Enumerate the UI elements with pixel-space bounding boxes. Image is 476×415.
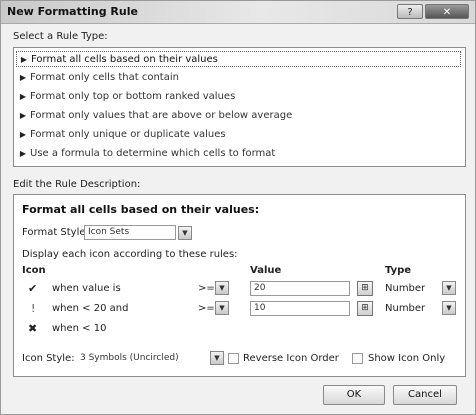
- arrow-right-icon: ▶: [20, 55, 28, 64]
- cell-reference-icon[interactable]: ⊞: [357, 281, 373, 296]
- arrow-right-icon: ▶: [19, 111, 27, 120]
- rule-description-panel: Format all cells based on their values: …: [13, 194, 466, 377]
- row2-operator: >=: [198, 303, 215, 314]
- format-style-value: Icon Sets: [88, 227, 130, 237]
- type-column-header: Type: [385, 265, 412, 276]
- rule-type-item-top-bottom[interactable]: ▶ Format only top or bottom ranked values: [16, 89, 461, 105]
- reverse-icon-order-checkbox[interactable]: [228, 353, 239, 364]
- format-style-select[interactable]: Icon Sets: [84, 225, 176, 240]
- rule-heading: Format all cells based on their values:: [22, 203, 260, 216]
- cancel-button[interactable]: Cancel: [393, 385, 457, 405]
- rule-type-item-unique-duplicate[interactable]: ▶ Format only unique or duplicate values: [16, 127, 461, 143]
- rule-type-item-all-cells[interactable]: ▶ Format all cells based on their values: [16, 51, 461, 67]
- row1-value-input[interactable]: 20: [250, 281, 350, 296]
- chevron-down-icon[interactable]: ▼: [215, 301, 229, 315]
- reverse-icon-order-label: Reverse Icon Order: [243, 353, 339, 364]
- show-icon-only-label: Show Icon Only: [368, 353, 446, 364]
- cell-reference-icon[interactable]: ⊞: [357, 301, 373, 316]
- exclamation-icon[interactable]: !: [31, 302, 35, 315]
- rule-type-item-formula[interactable]: ▶ Use a formula to determine which cells …: [16, 146, 461, 162]
- icon-style-value: 3 Symbols (Uncircled): [80, 353, 179, 363]
- row2-type: Number: [385, 303, 426, 314]
- row2-value-input[interactable]: 10: [250, 301, 350, 316]
- help-button[interactable]: ?: [397, 4, 423, 19]
- arrow-right-icon: ▶: [19, 130, 27, 139]
- arrow-right-icon: ▶: [19, 149, 27, 158]
- chevron-down-icon[interactable]: ▼: [442, 281, 456, 295]
- close-button[interactable]: ✕: [425, 4, 469, 19]
- chevron-down-icon[interactable]: ▼: [178, 226, 192, 240]
- row3-condition: when < 10: [52, 323, 107, 334]
- icon-style-select[interactable]: 3 Symbols (Uncircled): [76, 351, 208, 366]
- rule-type-list[interactable]: ▶ Format all cells based on their values …: [13, 47, 466, 167]
- rule-type-item-above-below-average[interactable]: ▶ Format only values that are above or be…: [16, 108, 461, 124]
- select-rule-type-label: Select a Rule Type:: [13, 31, 108, 42]
- chevron-down-icon[interactable]: ▼: [442, 301, 456, 315]
- row2-condition: when < 20 and: [52, 303, 129, 314]
- show-icon-only-checkbox[interactable]: [352, 353, 363, 364]
- new-formatting-rule-dialog: New Formatting Rule ? ✕ Select a Rule Ty…: [0, 0, 476, 415]
- dialog-title: New Formatting Rule: [7, 5, 138, 18]
- arrow-right-icon: ▶: [19, 92, 27, 101]
- chevron-down-icon[interactable]: ▼: [210, 351, 224, 365]
- arrow-right-icon: ▶: [19, 73, 27, 82]
- icon-style-label: Icon Style:: [22, 353, 75, 364]
- display-rules-text: Display each icon according to these rul…: [22, 249, 238, 260]
- edit-rule-description-label: Edit the Rule Description:: [13, 179, 141, 190]
- row1-operator: >=: [198, 283, 215, 294]
- row1-type: Number: [385, 283, 426, 294]
- ok-button[interactable]: OK: [323, 385, 385, 405]
- format-style-label: Format Style:: [22, 227, 89, 238]
- x-mark-icon[interactable]: ✖: [28, 322, 37, 335]
- icon-column-header: Icon: [22, 265, 46, 276]
- row1-condition: when value is: [52, 283, 121, 294]
- rule-type-item-cells-contain[interactable]: ▶ Format only cells that contain: [16, 70, 461, 86]
- title-bar[interactable]: New Formatting Rule ? ✕: [1, 1, 475, 24]
- check-mark-icon[interactable]: ✔: [28, 282, 37, 295]
- value-column-header: Value: [250, 265, 282, 276]
- chevron-down-icon[interactable]: ▼: [215, 281, 229, 295]
